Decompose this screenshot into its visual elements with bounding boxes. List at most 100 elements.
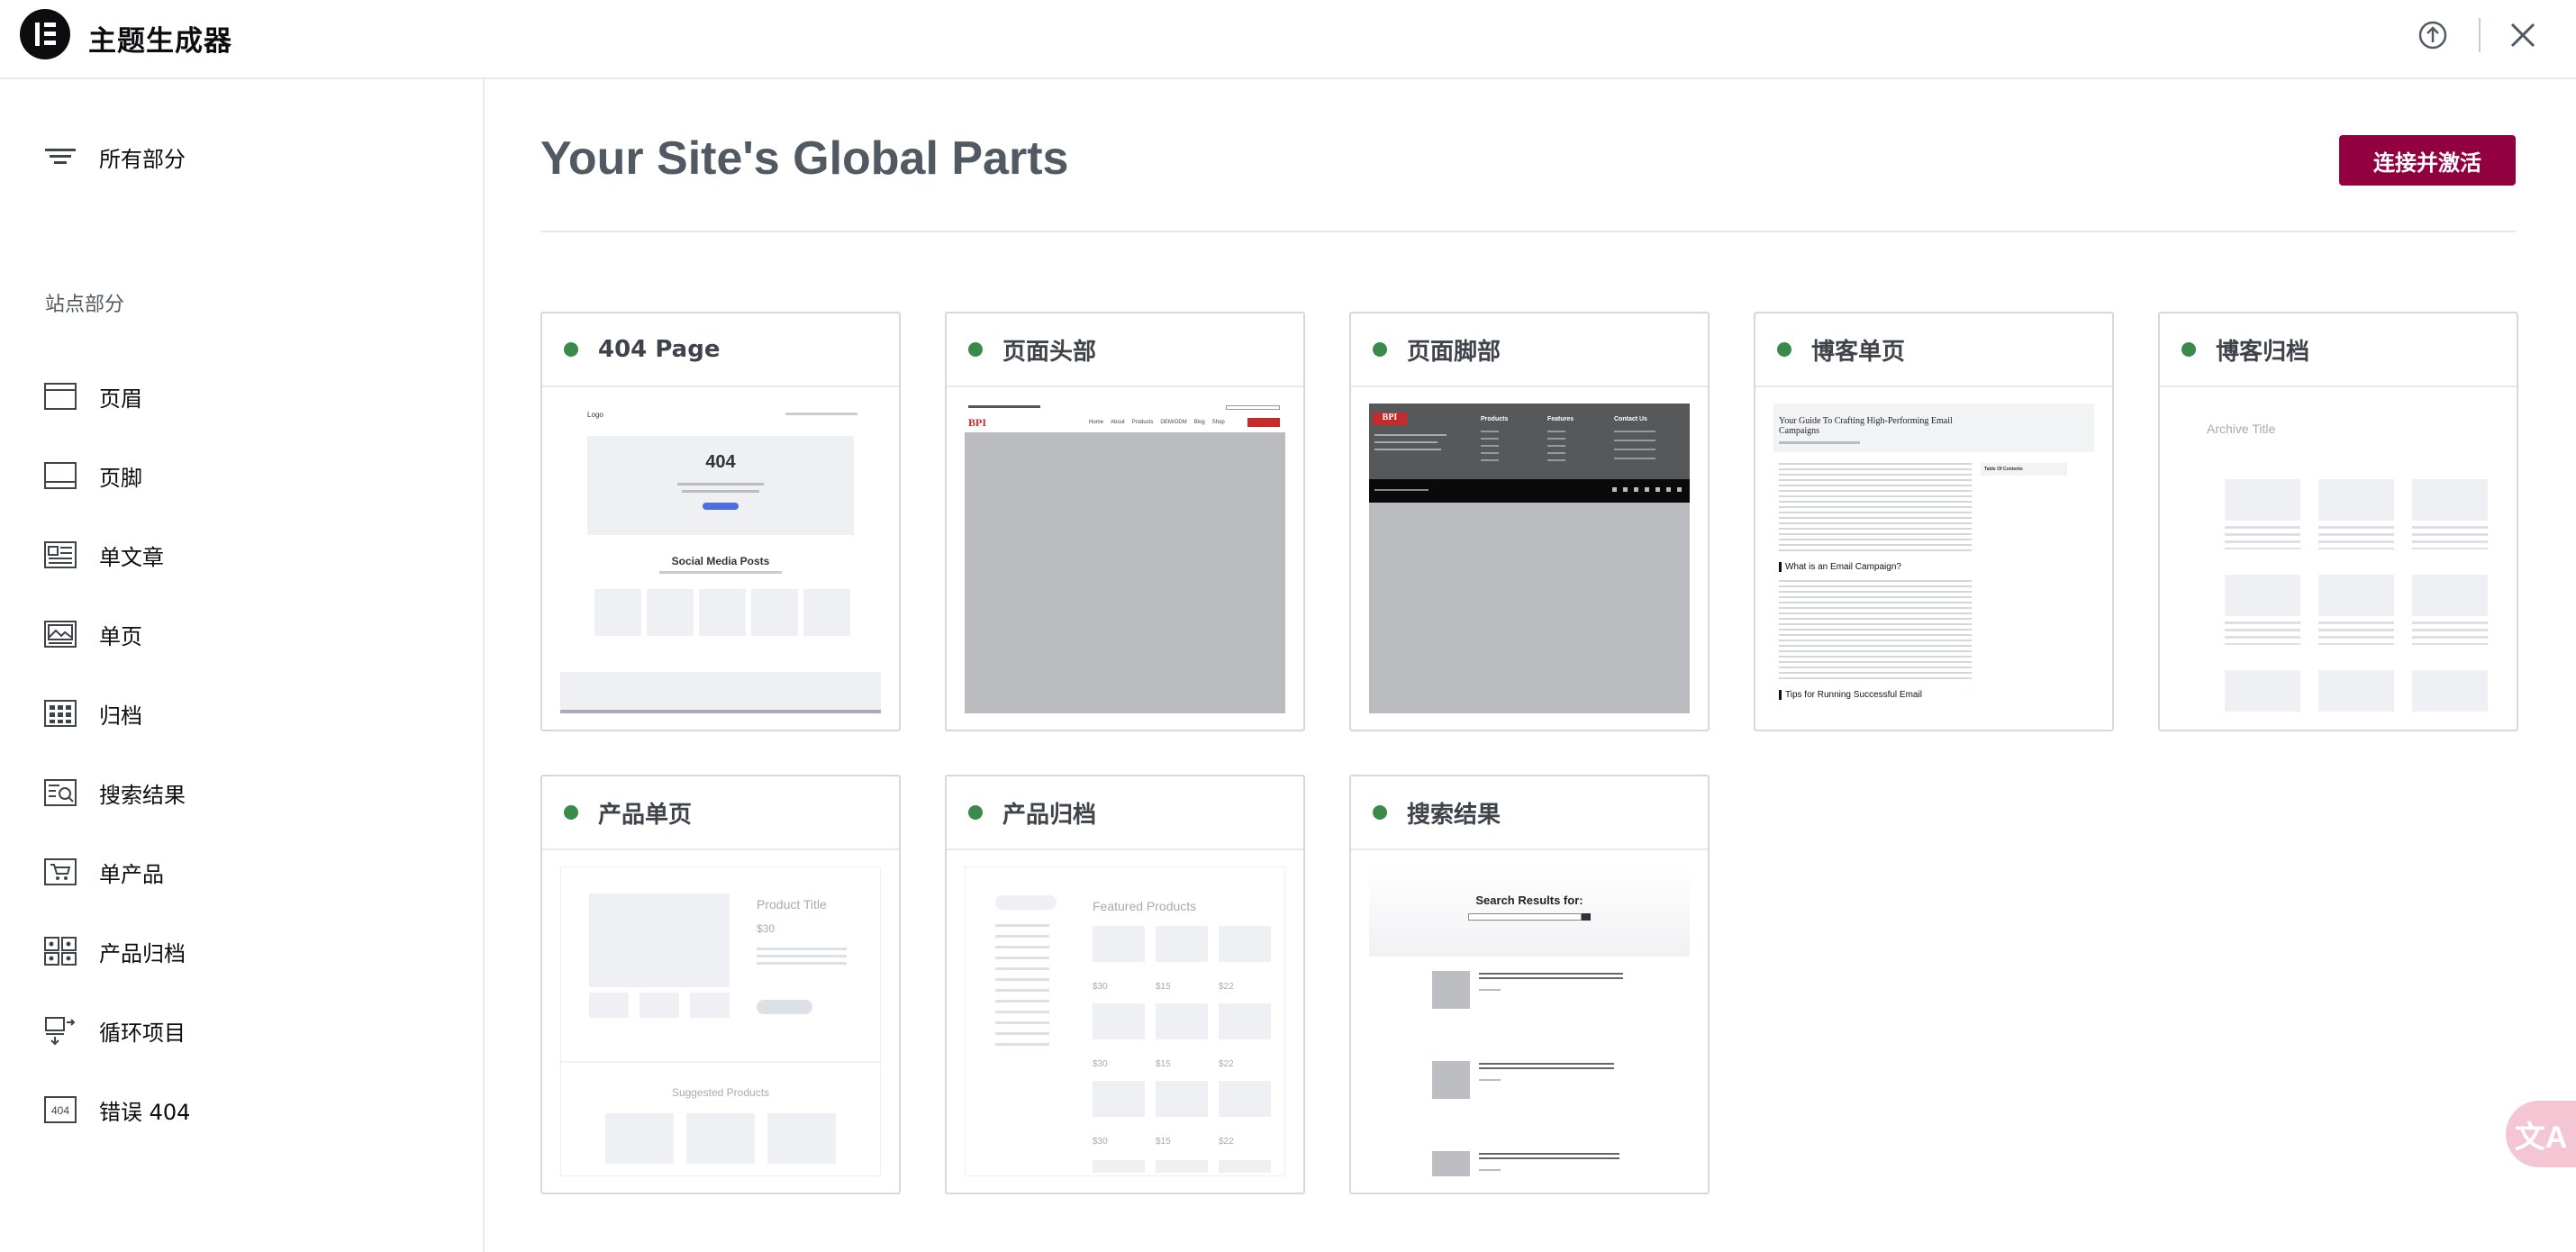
sidebar-item-label: 单页 bbox=[99, 623, 142, 649]
sidebar-item-single-page[interactable]: 单页 bbox=[43, 614, 142, 654]
sidebar-item-label: 产品归档 bbox=[99, 940, 186, 966]
status-dot bbox=[968, 342, 983, 357]
title-divider bbox=[540, 231, 2517, 232]
preview-h2: Tips for Running Successful Email bbox=[1779, 690, 1972, 700]
part-card-header[interactable]: 页面头部 BPI Home About Products OEM/ODM Blo… bbox=[945, 312, 1305, 731]
preview-toc: Table Of Contents bbox=[1981, 463, 2067, 476]
sidebar-item-loop-item[interactable]: 循环项目 bbox=[43, 1011, 186, 1050]
card-header: 产品归档 bbox=[947, 776, 1303, 850]
preview-col-features: Features bbox=[1547, 416, 1574, 422]
translate-fab[interactable]: 文A bbox=[2506, 1101, 2576, 1167]
card-title: 博客归档 bbox=[2216, 338, 2310, 366]
card-title: 页面头部 bbox=[1002, 338, 1097, 366]
status-dot bbox=[1373, 342, 1387, 357]
preview-logo: Logo bbox=[587, 411, 603, 419]
connect-activate-button[interactable]: 连接并激活 bbox=[2339, 135, 2516, 186]
card-preview: Your Guide To Crafting High-Performing E… bbox=[1773, 404, 2094, 713]
card-title: 博客单页 bbox=[1811, 338, 1906, 366]
product-archive-icon bbox=[44, 937, 77, 966]
error-404-icon: 404 bbox=[44, 1096, 77, 1123]
card-title: 产品归档 bbox=[1002, 801, 1097, 829]
card-preview: Search Results for: bbox=[1369, 866, 1690, 1176]
topbar-divider bbox=[2479, 18, 2481, 52]
card-title: 产品单页 bbox=[598, 801, 693, 829]
single-product-icon bbox=[44, 858, 77, 885]
preview-price: $30 bbox=[1093, 1059, 1108, 1069]
preview-price: $22 bbox=[1219, 982, 1234, 992]
preview-price: $15 bbox=[1156, 1059, 1171, 1069]
preview-search-title: Search Results for: bbox=[1475, 894, 1583, 907]
part-card-404[interactable]: 404 Page Logo 404 Social Media Posts bbox=[540, 312, 901, 731]
part-card-blog-single[interactable]: 博客单页 Your Guide To Crafting High-Perform… bbox=[1754, 312, 2114, 731]
sidebar-item-label: 页眉 bbox=[99, 386, 142, 412]
footer-icon bbox=[44, 462, 77, 489]
part-card-search-results[interactable]: 搜索结果 Search Results for: bbox=[1349, 775, 1710, 1194]
card-preview: Featured Products $30 $15 $22 $30 $15 $2… bbox=[965, 866, 1285, 1176]
loop-item-icon bbox=[45, 1017, 76, 1046]
preview-archive-title: Archive Title bbox=[2207, 422, 2276, 436]
preview-price: $30 bbox=[1093, 1137, 1108, 1147]
status-dot bbox=[2181, 342, 2196, 357]
card-preview: Product Title $30 Suggested Products bbox=[560, 866, 881, 1176]
preview-price: $22 bbox=[1219, 1059, 1234, 1069]
sidebar-item-label: 单文章 bbox=[99, 544, 164, 570]
card-title: 404 Page bbox=[598, 336, 721, 363]
sidebar: 所有部分 站点部分 页眉 页脚 单文章 单页 归档 搜索结果 单产品 产品归档 … bbox=[0, 79, 485, 1252]
preview-col-contact: Contact Us bbox=[1614, 416, 1647, 422]
header-icon bbox=[44, 383, 77, 410]
card-header: 页面头部 bbox=[947, 313, 1303, 387]
status-dot bbox=[564, 342, 578, 357]
close-icon[interactable] bbox=[2509, 22, 2536, 49]
card-header: 博客归档 bbox=[2160, 313, 2517, 387]
sidebar-item-single-product[interactable]: 单产品 bbox=[43, 852, 164, 892]
status-dot bbox=[564, 805, 578, 820]
card-header: 404 Page bbox=[542, 313, 899, 387]
card-preview: BPI Products Features Contact Us bbox=[1369, 404, 1690, 713]
part-card-product-single[interactable]: 产品单页 Product Title $30 Suggested Product… bbox=[540, 775, 901, 1194]
sidebar-item-header[interactable]: 页眉 bbox=[43, 377, 142, 416]
filter-icon bbox=[45, 149, 76, 164]
card-preview: Archive Title bbox=[2178, 404, 2499, 713]
elementor-logo-icon bbox=[20, 9, 70, 59]
top-bar: 主题生成器 bbox=[0, 0, 2576, 79]
sidebar-item-archive[interactable]: 归档 bbox=[43, 694, 142, 733]
preview-nav: Home About Products OEM/ODM Blog Shop bbox=[1089, 420, 1225, 425]
preview-blog-title: Your Guide To Crafting High-Performing E… bbox=[1779, 416, 1953, 436]
sidebar-item-label: 搜索结果 bbox=[99, 782, 186, 808]
preview-404: 404 bbox=[705, 452, 736, 472]
sidebar-item-label: 归档 bbox=[99, 703, 142, 729]
sidebar-item-single-post[interactable]: 单文章 bbox=[43, 535, 164, 575]
sidebar-item-label: 单产品 bbox=[99, 861, 164, 887]
card-title: 页面脚部 bbox=[1407, 338, 1501, 366]
preview-price: $15 bbox=[1156, 1137, 1171, 1147]
archive-icon bbox=[44, 700, 77, 727]
sidebar-item-all-parts[interactable]: 所有部分 bbox=[43, 137, 186, 177]
preview-price: $22 bbox=[1219, 1137, 1234, 1147]
preview-product-price: $30 bbox=[757, 922, 776, 935]
upload-icon[interactable] bbox=[2417, 20, 2448, 50]
single-post-icon bbox=[44, 541, 77, 568]
single-page-icon bbox=[44, 621, 77, 648]
page-title: Your Site's Global Parts bbox=[540, 132, 1069, 185]
sidebar-item-error-404[interactable]: 404 错误 404 bbox=[43, 1090, 190, 1130]
preview-suggested: Suggested Products bbox=[671, 1086, 770, 1099]
part-card-footer[interactable]: 页面脚部 BPI Products Features Contact Us bbox=[1349, 312, 1710, 731]
sidebar-item-footer[interactable]: 页脚 bbox=[43, 456, 142, 495]
status-dot bbox=[968, 805, 983, 820]
search-results-icon bbox=[44, 779, 77, 806]
sidebar-section-label: 站点部分 bbox=[45, 294, 125, 316]
preview-price: $15 bbox=[1156, 982, 1171, 992]
sidebar-item-product-archive[interactable]: 产品归档 bbox=[43, 931, 186, 971]
card-header: 博客单页 bbox=[1755, 313, 2112, 387]
svg-text:404: 404 bbox=[51, 1104, 69, 1117]
sidebar-item-search-results[interactable]: 搜索结果 bbox=[43, 773, 186, 812]
card-header: 产品单页 bbox=[542, 776, 899, 850]
part-card-product-archive[interactable]: 产品归档 Featured Products $30 $15 $22 $30 $… bbox=[945, 775, 1305, 1194]
sidebar-item-label: 错误 404 bbox=[99, 1099, 191, 1125]
card-header: 搜索结果 bbox=[1351, 776, 1708, 850]
app-title: 主题生成器 bbox=[88, 25, 232, 58]
preview-featured: Featured Products bbox=[1093, 899, 1197, 913]
preview-social-heading: Social Media Posts bbox=[671, 555, 770, 567]
preview-brand: BPI bbox=[1373, 413, 1407, 425]
part-card-blog-archive[interactable]: 博客归档 Archive Title bbox=[2158, 312, 2518, 731]
